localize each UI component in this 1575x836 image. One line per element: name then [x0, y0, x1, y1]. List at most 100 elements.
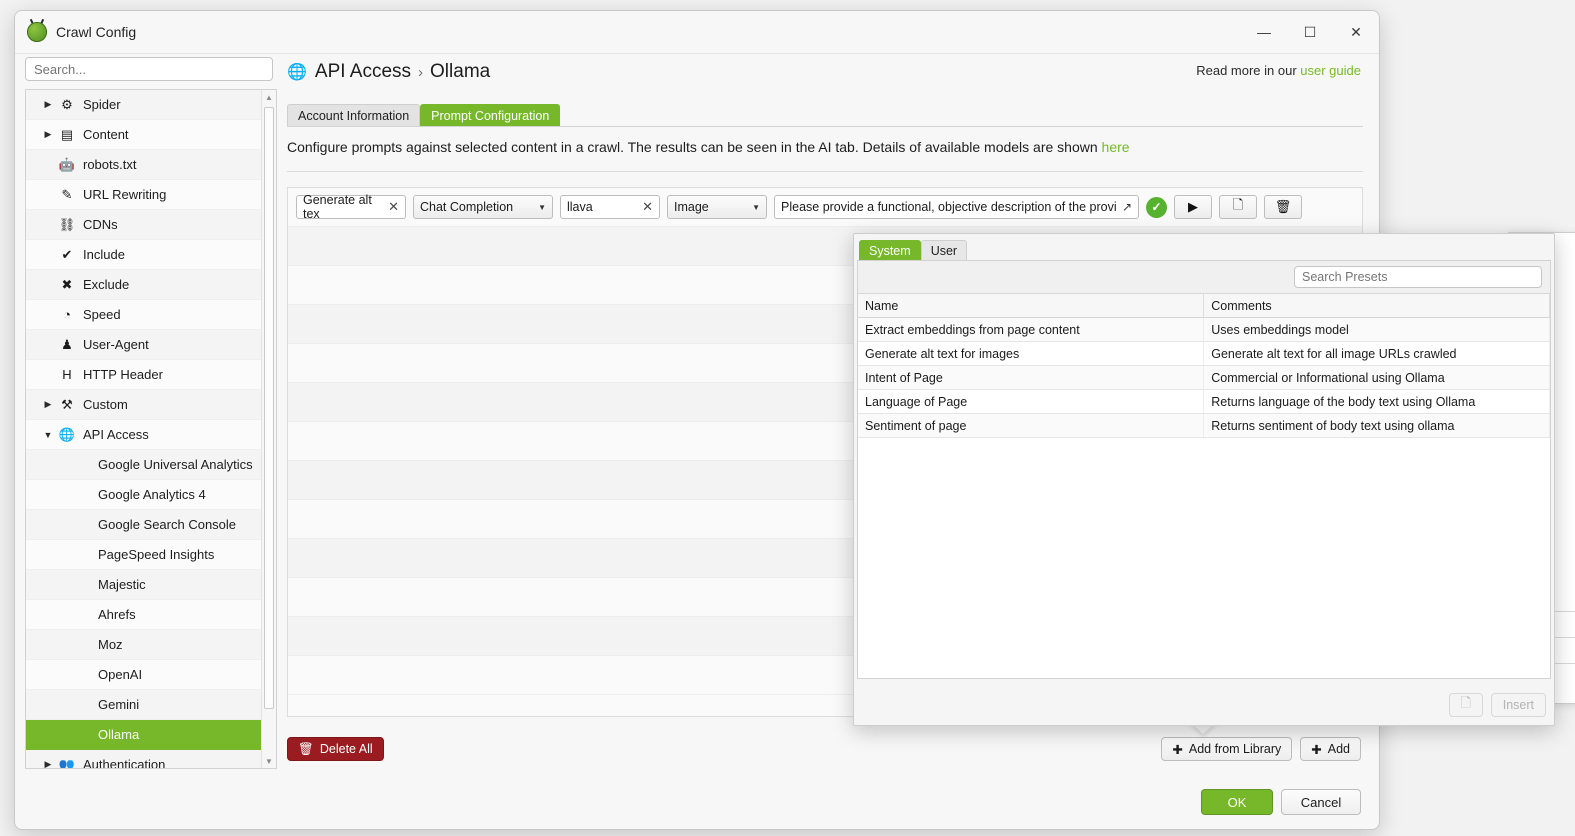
chevron-right-icon[interactable]: ▶: [40, 129, 56, 140]
globe-icon: 🌐: [56, 427, 78, 443]
delete-all-label: Delete All: [320, 742, 373, 756]
sidebar-item-ollama[interactable]: ▶Ollama: [26, 720, 262, 750]
sidebar-item-gemini[interactable]: ▶Gemini: [26, 690, 262, 720]
table-row[interactable]: Extract embeddings from page contentUses…: [858, 318, 1550, 342]
sidebar-item-authentication[interactable]: ▶👥Authentication: [26, 750, 262, 769]
preset-library-popup: System User Name Comments Extract embedd…: [853, 233, 1555, 726]
check-circle-icon: ✓: [1146, 197, 1167, 218]
sidebar-scrollbar[interactable]: ▲ ▼: [261, 90, 276, 768]
column-header-comments[interactable]: Comments: [1204, 294, 1550, 318]
popup-tab-user[interactable]: User: [921, 240, 967, 260]
sidebar-item-moz[interactable]: ▶ Moz: [26, 630, 262, 660]
run-prompt-button[interactable]: ▶: [1174, 195, 1212, 219]
read-more-prefix: Read more in our: [1196, 63, 1300, 78]
models-here-link[interactable]: here: [1102, 139, 1130, 155]
plus-icon: ✚: [1311, 742, 1321, 757]
sidebar-item-http-header[interactable]: ▶HHTTP Header: [26, 360, 262, 390]
scrollbar-thumb[interactable]: [264, 107, 274, 709]
trash-icon: 🗑: [298, 742, 314, 757]
add-from-library-label: Add from Library: [1189, 742, 1281, 756]
insert-button[interactable]: Insert: [1491, 693, 1546, 717]
prompt-type-select[interactable]: Chat Completion ▼: [413, 195, 553, 219]
check-circle-icon: ✔: [56, 247, 78, 263]
sidebar-item-url-rewriting[interactable]: ▶✎URL Rewriting: [26, 180, 262, 210]
search-presets-input[interactable]: [1294, 266, 1542, 288]
sidebar-item-speed[interactable]: ▶◔Speed: [26, 300, 262, 330]
chevron-right-icon[interactable]: ▶: [40, 399, 56, 410]
chevron-down-icon[interactable]: ▼: [40, 430, 56, 440]
sidebar-item-robots-txt[interactable]: ▶🤖robots.txt: [26, 150, 262, 180]
sidebar-item-ahrefs[interactable]: ▶Ahrefs: [26, 600, 262, 630]
description-text: Configure prompts against selected conte…: [287, 139, 1130, 155]
delete-all-button[interactable]: 🗑 Delete All: [287, 737, 384, 761]
clear-icon[interactable]: ✕: [636, 199, 653, 215]
scroll-up-icon[interactable]: ▲: [262, 90, 276, 104]
chevron-right-icon[interactable]: ▶: [40, 99, 56, 110]
twisty-spacer: ▶: [40, 189, 56, 200]
sidebar-item-custom[interactable]: ▶⚒Custom: [26, 390, 262, 420]
popup-tab-system[interactable]: System: [859, 240, 921, 260]
agent-icon: ♟: [56, 337, 78, 353]
preset-name-cell: Extract embeddings from page content: [858, 318, 1204, 342]
prompt-name-field[interactable]: Generate alt tex ✕: [296, 195, 406, 219]
sidebar-item-content[interactable]: ▶▤Content: [26, 120, 262, 150]
tab-account-information[interactable]: Account Information: [287, 104, 420, 126]
sidebar-item-user-agent[interactable]: ▶♟User-Agent: [26, 330, 262, 360]
twisty-spacer: ▶: [40, 669, 56, 680]
clear-icon[interactable]: ✕: [382, 199, 399, 215]
delete-prompt-button[interactable]: 🗑: [1264, 195, 1302, 219]
x-circle-icon: ✖: [56, 277, 78, 293]
ok-button[interactable]: OK: [1201, 789, 1273, 815]
tab-prompt-configuration[interactable]: Prompt Configuration: [420, 104, 560, 126]
twisty-spacer: ▶: [40, 249, 56, 260]
sidebar-item-openai[interactable]: ▶OpenAI: [26, 660, 262, 690]
library-buttons: ✚ Add from Library ✚ Add: [1161, 737, 1361, 761]
table-row[interactable]: Intent of PageCommercial or Informationa…: [858, 366, 1550, 390]
sidebar-item-api-access[interactable]: ▼🌐API Access: [26, 420, 262, 450]
popup-copy-button[interactable]: 🗋: [1449, 693, 1483, 717]
prompt-content-select[interactable]: Image ▼: [667, 195, 767, 219]
sidebar-item-google-analytics-4[interactable]: ▶Google Analytics 4: [26, 480, 262, 510]
preset-comments-cell: Returns sentiment of body text using oll…: [1204, 414, 1550, 438]
duplicate-prompt-button[interactable]: 🗋: [1219, 195, 1257, 219]
add-button[interactable]: ✚ Add: [1300, 737, 1361, 761]
search-input[interactable]: [25, 57, 273, 81]
expand-arrows-icon[interactable]: ↗: [1116, 200, 1132, 214]
twisty-spacer: ▶: [40, 639, 56, 650]
chevron-right-icon[interactable]: ▶: [40, 759, 56, 769]
sidebar-item-cdns[interactable]: ▶⛓CDNs: [26, 210, 262, 240]
popup-footer: 🗋 Insert: [1449, 693, 1546, 717]
user-guide-link[interactable]: user guide: [1300, 63, 1361, 78]
sidebar-item-include[interactable]: ▶✔Include: [26, 240, 262, 270]
twisty-spacer: ▶: [40, 699, 56, 710]
table-row[interactable]: Generate alt text for imagesGenerate alt…: [858, 342, 1550, 366]
sidebar-item-label: Majestic: [98, 577, 146, 592]
preset-comments-cell: Commercial or Informational using Ollama: [1204, 366, 1550, 390]
sidebar-item-exclude[interactable]: ▶✖Exclude: [26, 270, 262, 300]
maximize-icon[interactable]: ☐: [1287, 11, 1333, 53]
breadcrumb-root[interactable]: API Access: [315, 61, 411, 83]
add-from-library-button[interactable]: ✚ Add from Library: [1161, 737, 1292, 761]
cancel-button[interactable]: Cancel: [1281, 789, 1361, 815]
close-icon[interactable]: ✕: [1333, 11, 1379, 53]
sidebar-item-label: Moz: [98, 637, 123, 652]
table-row[interactable]: Sentiment of pageReturns sentiment of bo…: [858, 414, 1550, 438]
sidebar-item-label: Google Universal Analytics: [98, 457, 253, 472]
sidebar-item-google-search-console[interactable]: ▶Google Search Console: [26, 510, 262, 540]
sidebar-item-pagespeed-insights[interactable]: ▶PageSpeed Insights: [26, 540, 262, 570]
minimize-icon[interactable]: —: [1241, 11, 1287, 53]
chevron-down-icon: ▼: [746, 203, 760, 212]
sidebar-item-majestic[interactable]: ▶Majestic: [26, 570, 262, 600]
sidebar-item-label: Content: [83, 127, 129, 142]
prompt-row[interactable]: Generate alt tex ✕ Chat Completion ▼ lla…: [288, 188, 1362, 227]
scroll-down-icon[interactable]: ▼: [262, 754, 276, 768]
prompt-text-field[interactable]: Please provide a functional, objective d…: [774, 195, 1139, 219]
copy-icon: 🗋: [1233, 196, 1243, 218]
twisty-spacer: ▶: [40, 279, 56, 290]
sidebar-item-google-universal-analytics[interactable]: ▶Google Universal Analytics: [26, 450, 262, 480]
column-header-name[interactable]: Name: [858, 294, 1204, 318]
table-row[interactable]: Language of PageReturns language of the …: [858, 390, 1550, 414]
prompt-model-field[interactable]: llava ✕: [560, 195, 660, 219]
sidebar-item-spider[interactable]: ▶⚙Spider: [26, 90, 262, 120]
twisty-spacer: ▶: [40, 609, 56, 620]
